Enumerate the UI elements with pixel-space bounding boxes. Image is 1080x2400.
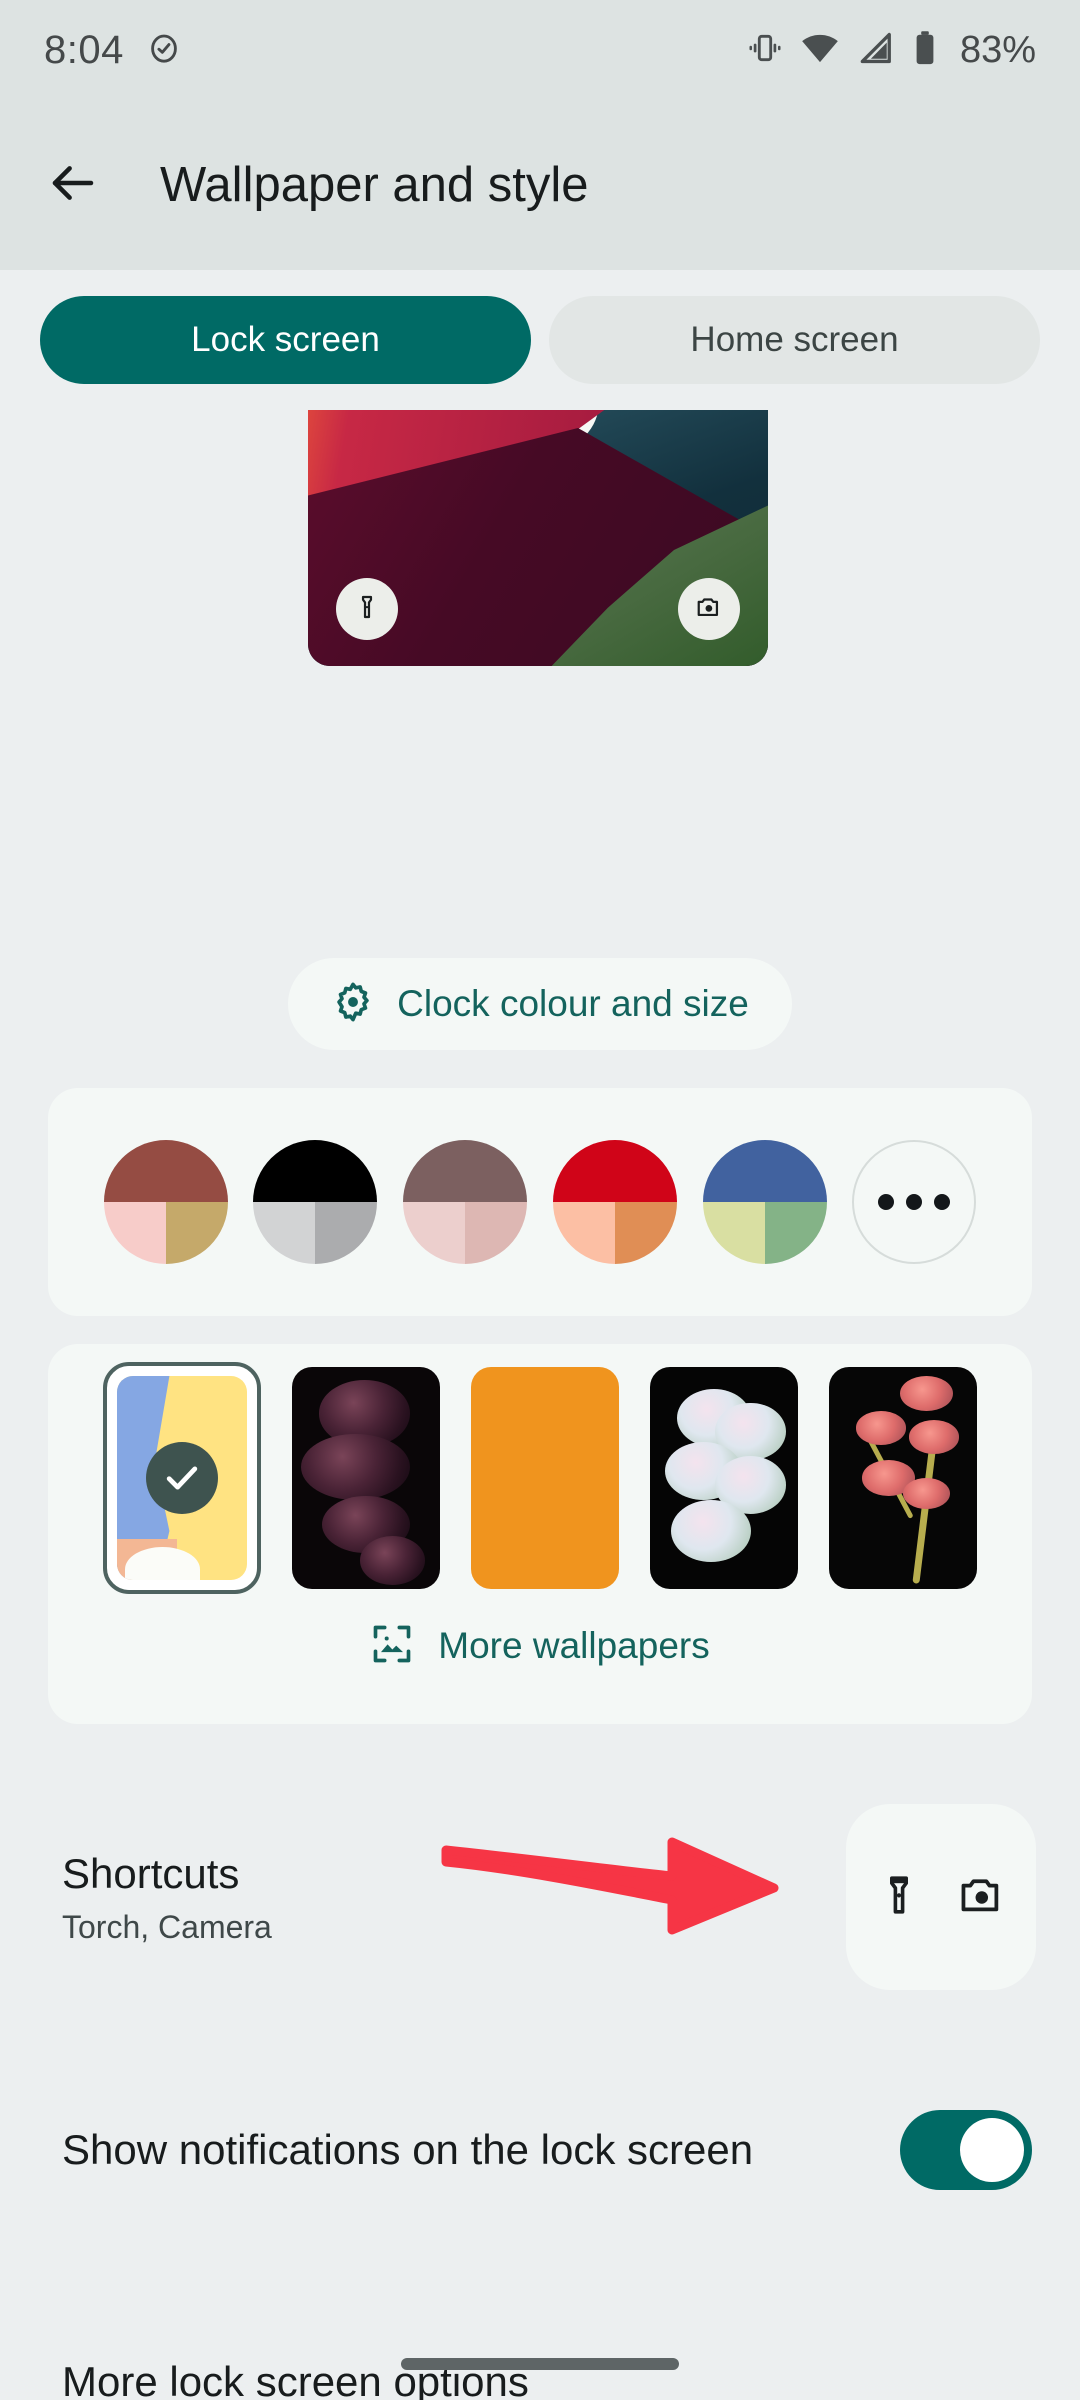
colour-swatch-row [48, 1088, 1032, 1316]
art-flower [855, 1411, 906, 1445]
back-button[interactable] [28, 140, 118, 230]
wallpaper-thumbnail-pale-orchid[interactable] [650, 1367, 798, 1589]
torch-icon [875, 1871, 923, 1924]
preview-camera-shortcut[interactable] [678, 578, 740, 640]
phone-screen: 8:04 83% Wallpaper and style Lock screen… [0, 0, 1080, 2400]
more-wallpapers-button[interactable]: More wallpapers [48, 1606, 1032, 1686]
more-wallpapers-label: More wallpapers [438, 1625, 710, 1666]
preview-torch-shortcut[interactable] [336, 578, 398, 640]
swatch-top [403, 1140, 528, 1202]
colour-swatch-monochrome[interactable] [253, 1140, 378, 1264]
page-title: Wallpaper and style [160, 158, 589, 212]
app-bar: Wallpaper and style [0, 100, 1080, 270]
swatch-bottom-left [403, 1202, 466, 1264]
check-icon [166, 1466, 198, 1490]
wallpaper-art-pale-orchid [650, 1367, 798, 1589]
art-white-shape [124, 1547, 201, 1580]
notifications-toggle[interactable] [900, 2110, 1032, 2190]
tab-home-screen[interactable]: Home screen [549, 296, 1040, 384]
ellipsis-dot-icon [906, 1194, 923, 1210]
swatch-top [702, 1140, 827, 1202]
swatch-bottom-right [764, 1202, 827, 1264]
art-flower [900, 1375, 954, 1412]
art-stem [912, 1442, 937, 1585]
status-bar-right: 83% [746, 28, 1036, 73]
wallpaper-thumbnail-pink-stems[interactable] [829, 1367, 977, 1589]
tab-lock-screen[interactable]: Lock screen [40, 296, 531, 384]
colour-palette-card [48, 1088, 1032, 1316]
wallpaper-thumbnail-row [48, 1358, 1032, 1598]
swatch-bottom-left [103, 1202, 166, 1264]
wallpaper-art-abstract-blue-yellow [117, 1376, 247, 1580]
colour-swatch-blue[interactable] [702, 1140, 827, 1264]
wifi-icon [800, 28, 840, 73]
notifications-texts: Show notifications on the lock screen [62, 2124, 822, 2175]
status-bar-left: 8:04 [44, 28, 182, 73]
wallpaper-thumbnail-selected[interactable] [103, 1362, 261, 1594]
selected-check-badge [146, 1442, 218, 1514]
screen-type-tabs: Lock screen Home screen [40, 296, 1040, 384]
lock-screen-preview[interactable] [308, 410, 768, 666]
gear-icon [331, 980, 375, 1029]
arrow-left-icon [46, 156, 100, 215]
wallpaper-art-pink-stems [829, 1367, 977, 1589]
status-bar: 8:04 83% [0, 0, 1080, 100]
swatch-bottom-right [315, 1202, 378, 1264]
shortcuts-pill[interactable] [846, 1804, 1036, 1990]
art-flower [908, 1420, 960, 1454]
show-notifications-row[interactable]: Show notifications on the lock screen [0, 2060, 1080, 2240]
gesture-navigation-bar[interactable] [401, 2358, 679, 2370]
colour-swatch-red[interactable] [552, 1140, 677, 1264]
swatch-bottom-left [702, 1202, 765, 1264]
shortcuts-texts: Shortcuts Torch, Camera [62, 1848, 662, 1946]
ellipsis-dot-icon [878, 1194, 895, 1210]
art-petal [670, 1500, 751, 1563]
clock-colour-and-size-button[interactable]: Clock colour and size [288, 958, 792, 1050]
wallpaper-thumbnail-solid-orange[interactable] [471, 1367, 619, 1589]
vibrate-icon [746, 29, 784, 72]
wallpaper-thumbnail-dark-floral[interactable] [292, 1367, 440, 1589]
colour-swatch-mauve[interactable] [403, 1140, 528, 1264]
settings-content: Lock screen Home screen Clock colour and… [0, 270, 1080, 2400]
android-auto-icon [146, 30, 182, 71]
swatch-top [103, 1140, 228, 1202]
swatch-bottom-right [614, 1202, 677, 1264]
swatch-top [253, 1140, 378, 1202]
more-colours-button[interactable] [852, 1140, 977, 1264]
torch-icon [353, 593, 381, 626]
ellipsis-dot-icon [934, 1194, 951, 1210]
swatch-top [552, 1140, 677, 1202]
wallpaper-picker-card: More wallpapers [48, 1344, 1032, 1724]
swatch-bottom-right [165, 1202, 228, 1264]
shortcuts-row[interactable]: Shortcuts Torch, Camera [0, 1782, 1080, 2012]
wallpaper-art-dark-floral [292, 1367, 440, 1589]
swatch-bottom-left [253, 1202, 316, 1264]
art-bloom [360, 1535, 426, 1585]
art-bloom [300, 1433, 411, 1501]
clock-colour-label: Clock colour and size [397, 983, 749, 1024]
toggle-knob [960, 2118, 1024, 2182]
art-flower [903, 1478, 951, 1510]
image-frame-icon [370, 1622, 414, 1671]
swatch-bottom-right [465, 1202, 528, 1264]
notifications-title: Show notifications on the lock screen [62, 2126, 754, 2174]
status-bar-clock: 8:04 [44, 27, 124, 72]
shortcuts-title: Shortcuts [62, 1849, 240, 1897]
signal-icon [856, 29, 894, 72]
camera-icon [695, 593, 723, 626]
battery-percent-label: 83% [959, 28, 1036, 71]
wallpaper-art-solid-orange [471, 1367, 619, 1589]
camera-icon [957, 1870, 1007, 1925]
battery-icon [910, 29, 940, 72]
colour-swatch-brown[interactable] [103, 1140, 228, 1264]
swatch-bottom-left [552, 1202, 615, 1264]
shortcuts-subtitle: Torch, Camera [62, 1909, 272, 1946]
